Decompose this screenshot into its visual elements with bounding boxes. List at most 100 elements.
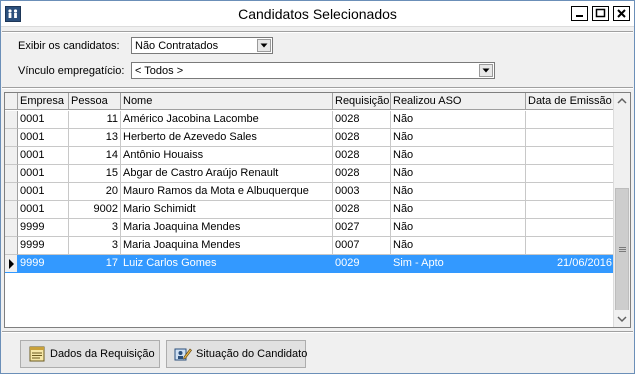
table-row[interactable]: 0001 15 Abgar de Castro Araújo Renault 0028… bbox=[5, 165, 615, 183]
cell-empresa[interactable]: 0001 bbox=[18, 201, 69, 219]
cell-nome[interactable]: Américo Jacobina Lacombe bbox=[121, 111, 333, 129]
situacao-candidato-button[interactable]: Situação do Candidato bbox=[166, 340, 308, 368]
cell-empresa[interactable]: 0001 bbox=[18, 165, 69, 183]
scroll-up-icon[interactable] bbox=[614, 93, 630, 110]
table-row[interactable]: 0001 14 Antônio Houaiss 0028 Não bbox=[5, 147, 615, 165]
table-row[interactable]: 0001 13 Herberto de Azevedo Sales 0028 Não bbox=[5, 129, 615, 147]
header-pessoa[interactable]: Pessoa bbox=[69, 93, 121, 110]
header-data-emissao[interactable]: Data de Emissão bbox=[526, 93, 615, 110]
cell-nome[interactable]: Luiz Carlos Gomes bbox=[121, 255, 333, 273]
cell-nome[interactable]: Mauro Ramos da Mota e Albuquerque bbox=[121, 183, 333, 201]
cell-aso[interactable]: Não bbox=[391, 129, 526, 147]
cell-nome[interactable]: Maria Joaquina Mendes bbox=[121, 237, 333, 255]
chevron-down-icon[interactable] bbox=[479, 64, 493, 77]
header-indicator bbox=[5, 93, 18, 110]
row-indicator[interactable] bbox=[5, 201, 18, 219]
close-button[interactable] bbox=[613, 6, 630, 21]
header-empresa[interactable]: Empresa bbox=[18, 93, 69, 110]
cell-requisicao[interactable]: 0028 bbox=[333, 201, 391, 219]
row-indicator[interactable] bbox=[5, 111, 18, 129]
vinculo-select[interactable]: < Todos > bbox=[131, 62, 495, 79]
cell-aso[interactable]: Não bbox=[391, 237, 526, 255]
cell-nome[interactable]: Maria Joaquina Mendes bbox=[121, 219, 333, 237]
cell-requisicao[interactable]: 0003 bbox=[333, 183, 391, 201]
cell-requisicao[interactable]: 0028 bbox=[333, 129, 391, 147]
table-row[interactable]: 0001 11 Américo Jacobina Lacombe 0028 Não bbox=[5, 111, 615, 129]
cell-nome[interactable]: Herberto de Azevedo Sales bbox=[121, 129, 333, 147]
candidatos-window: Candidatos Selecionados Exibir os candid… bbox=[0, 0, 635, 374]
row-indicator[interactable] bbox=[5, 237, 18, 255]
row-indicator[interactable] bbox=[5, 129, 18, 147]
table-row[interactable]: 0001 9002 Mario Schimidt 0028 Não bbox=[5, 201, 615, 219]
exibir-select[interactable]: Não Contratados bbox=[131, 37, 273, 54]
row-indicator[interactable] bbox=[5, 219, 18, 237]
cell-pessoa[interactable]: 17 bbox=[69, 255, 121, 273]
cell-empresa[interactable]: 0001 bbox=[18, 147, 69, 165]
cell-requisicao[interactable]: 0028 bbox=[333, 111, 391, 129]
header-requisicao[interactable]: Requisição bbox=[333, 93, 391, 110]
cell-requisicao[interactable]: 0028 bbox=[333, 147, 391, 165]
cell-data[interactable] bbox=[526, 201, 615, 219]
scroll-down-icon[interactable] bbox=[614, 310, 630, 327]
cell-requisicao[interactable]: 0029 bbox=[333, 255, 391, 273]
row-indicator[interactable] bbox=[5, 165, 18, 183]
cell-aso[interactable]: Não bbox=[391, 147, 526, 165]
maximize-button[interactable] bbox=[592, 6, 609, 21]
cell-aso[interactable]: Sim - Apto bbox=[391, 255, 526, 273]
current-row-icon bbox=[9, 259, 14, 269]
cell-empresa[interactable]: 0001 bbox=[18, 111, 69, 129]
cell-requisicao[interactable]: 0007 bbox=[333, 237, 391, 255]
cell-pessoa[interactable]: 3 bbox=[69, 219, 121, 237]
cell-aso[interactable]: Não bbox=[391, 183, 526, 201]
table-row[interactable]: 0001 20 Mauro Ramos da Mota e Albuquerque 0… bbox=[5, 183, 615, 201]
cell-pessoa[interactable]: 15 bbox=[69, 165, 121, 183]
footer-divider bbox=[2, 331, 633, 333]
cell-aso[interactable]: Não bbox=[391, 111, 526, 129]
situacao-candidato-label: Situação do Candidato bbox=[196, 348, 308, 360]
table-row[interactable]: 9999 3 Maria Joaquina Mendes 0007 Não bbox=[5, 237, 615, 255]
chevron-down-icon[interactable] bbox=[257, 39, 271, 52]
table-row[interactable]: 9999 17 Luiz Carlos Gomes 0029 Sim - Apto 21/… bbox=[5, 255, 615, 273]
cell-data[interactable] bbox=[526, 219, 615, 237]
cell-requisicao[interactable]: 0028 bbox=[333, 165, 391, 183]
cell-pessoa[interactable]: 3 bbox=[69, 237, 121, 255]
row-indicator[interactable] bbox=[5, 183, 18, 201]
header-realizou-aso[interactable]: Realizou ASO bbox=[391, 93, 526, 110]
cell-empresa[interactable]: 9999 bbox=[18, 219, 69, 237]
minimize-button[interactable] bbox=[571, 6, 588, 21]
cell-empresa[interactable]: 9999 bbox=[18, 237, 69, 255]
cell-data[interactable] bbox=[526, 165, 615, 183]
cell-nome[interactable]: Mario Schimidt bbox=[121, 201, 333, 219]
row-indicator[interactable] bbox=[5, 255, 18, 273]
table-row[interactable]: 9999 3 Maria Joaquina Mendes 0027 Não bbox=[5, 219, 615, 237]
title-bar: Candidatos Selecionados bbox=[1, 1, 634, 27]
cell-nome[interactable]: Abgar de Castro Araújo Renault bbox=[121, 165, 333, 183]
cell-empresa[interactable]: 0001 bbox=[18, 129, 69, 147]
cell-data[interactable] bbox=[526, 111, 615, 129]
cell-data[interactable] bbox=[526, 237, 615, 255]
cell-pessoa[interactable]: 13 bbox=[69, 129, 121, 147]
cell-pessoa[interactable]: 11 bbox=[69, 111, 121, 129]
cell-pessoa[interactable]: 9002 bbox=[69, 201, 121, 219]
cell-empresa[interactable]: 0001 bbox=[18, 183, 69, 201]
document-icon bbox=[28, 346, 46, 362]
cell-data[interactable] bbox=[526, 147, 615, 165]
scrollbar-thumb[interactable] bbox=[615, 188, 629, 318]
vertical-scrollbar[interactable] bbox=[613, 93, 630, 327]
row-indicator[interactable] bbox=[5, 147, 18, 165]
cell-empresa[interactable]: 9999 bbox=[18, 255, 69, 273]
header-nome[interactable]: Nome bbox=[121, 93, 333, 110]
cell-data[interactable] bbox=[526, 183, 615, 201]
cell-data[interactable]: 21/06/2016 bbox=[526, 255, 615, 273]
dados-requisicao-button[interactable]: Dados da Requisição bbox=[20, 340, 160, 368]
cell-pessoa[interactable]: 14 bbox=[69, 147, 121, 165]
cell-requisicao[interactable]: 0027 bbox=[333, 219, 391, 237]
cell-pessoa[interactable]: 20 bbox=[69, 183, 121, 201]
cell-aso[interactable]: Não bbox=[391, 219, 526, 237]
cell-data[interactable] bbox=[526, 129, 615, 147]
cell-aso[interactable]: Não bbox=[391, 165, 526, 183]
cell-nome[interactable]: Antônio Houaiss bbox=[121, 147, 333, 165]
candidates-grid: Empresa Pessoa Nome Requisição Realizou … bbox=[4, 92, 631, 328]
cell-aso[interactable]: Não bbox=[391, 201, 526, 219]
filter-top-divider bbox=[2, 31, 633, 33]
